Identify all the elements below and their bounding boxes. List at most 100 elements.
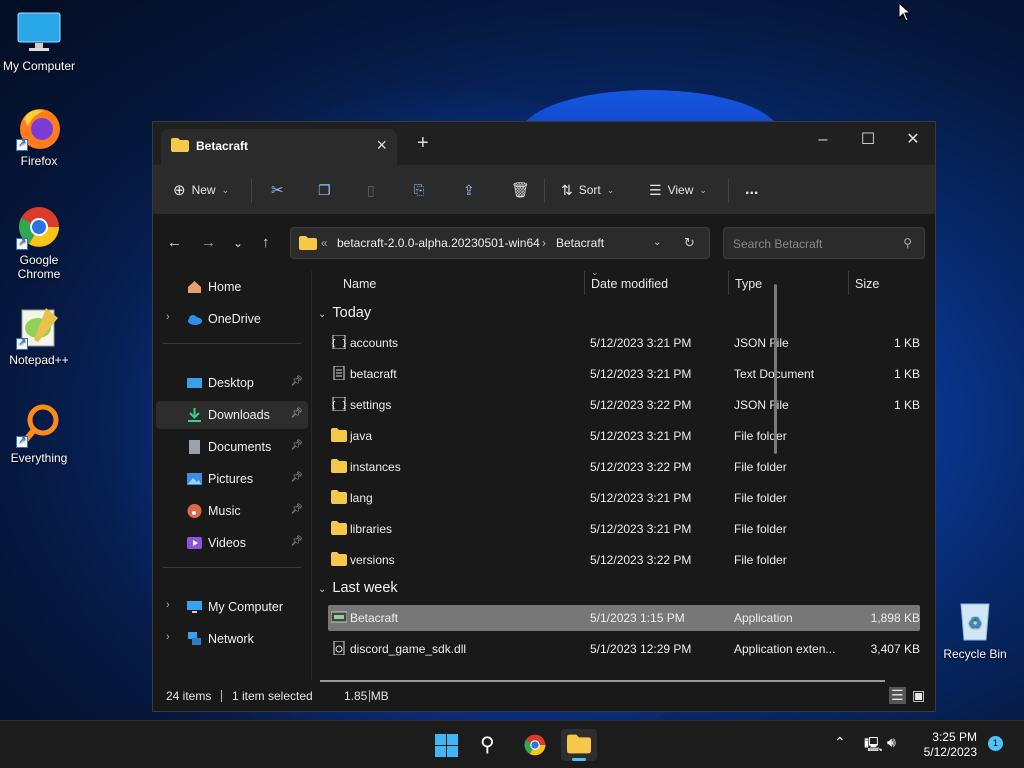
- group-header-last-week[interactable]: ⌄ Last week: [318, 580, 398, 596]
- search-box[interactable]: Search Betacraft ⚲: [723, 227, 925, 259]
- share-button[interactable]: ⇪: [463, 177, 475, 203]
- paste-button[interactable]: ▯: [367, 177, 375, 203]
- file-row[interactable]: instances 5/12/2023 3:22 PM File folder: [328, 454, 920, 480]
- expand-chevron-icon[interactable]: ›: [166, 311, 170, 323]
- search-taskbar-button[interactable]: ⚲: [472, 729, 508, 761]
- file-row[interactable]: libraries 5/12/2023 3:21 PM File folder: [328, 516, 920, 542]
- notification-badge[interactable]: 1: [988, 736, 1003, 751]
- copy-button[interactable]: ❐: [318, 177, 331, 203]
- new-label: New: [191, 183, 216, 197]
- title-bar: Betacraft × + – ☐ ✕: [153, 122, 935, 165]
- column-separator[interactable]: [848, 271, 849, 295]
- file-row[interactable]: { } accounts 5/12/2023 3:21 PM JSON File…: [328, 330, 920, 356]
- desktop-icon-my-computer[interactable]: My Computer: [1, 10, 77, 73]
- folder-icon: [299, 236, 317, 250]
- minimize-button[interactable]: –: [800, 126, 846, 154]
- new-button[interactable]: ⊕ New ⌄: [173, 177, 229, 203]
- desktop-icon-label: Recycle Bin: [943, 647, 1007, 661]
- delete-button[interactable]: 🗑︎: [511, 177, 530, 203]
- file-row[interactable]: discord_game_sdk.dll 5/1/2023 12:29 PM A…: [328, 636, 920, 662]
- cut-button[interactable]: ✂: [271, 177, 284, 203]
- desktop-icon-notepadpp[interactable]: Notepad++: [1, 304, 77, 367]
- desktop-icon-recycle-bin[interactable]: ♻ Recycle Bin: [937, 598, 1013, 661]
- sidebar-item-documents[interactable]: Documents 📌︎: [156, 433, 308, 461]
- sidebar-item-videos[interactable]: Videos 📌︎: [156, 529, 308, 557]
- start-button[interactable]: [428, 729, 464, 761]
- group-header-today[interactable]: ⌄ Today: [318, 305, 371, 321]
- column-header-date[interactable]: Date modified: [591, 277, 668, 291]
- rename-button[interactable]: ⎘: [414, 177, 424, 203]
- volume-icon[interactable]: 🔊︎: [887, 734, 896, 751]
- tab-betacraft[interactable]: Betacraft ×: [161, 129, 397, 165]
- sidebar-item-desktop[interactable]: Desktop 📌︎: [156, 369, 308, 397]
- close-tab-icon[interactable]: ×: [376, 135, 387, 156]
- desktop-icon-everything[interactable]: Everything: [1, 402, 77, 465]
- vertical-scrollbar[interactable]: [774, 284, 777, 454]
- folder-icon: [331, 459, 347, 473]
- view-button[interactable]: ☰ View ⌄: [649, 177, 707, 203]
- search-icon: ⚲: [480, 734, 495, 756]
- windows-logo-icon: [435, 734, 458, 757]
- desktop-icon-chrome[interactable]: Google Chrome: [1, 204, 77, 281]
- expand-chevron-icon[interactable]: ›: [166, 599, 170, 611]
- sidebar-item-my-computer[interactable]: › My Computer: [156, 593, 308, 621]
- sidebar-item-home[interactable]: Home: [156, 273, 308, 301]
- column-header-name[interactable]: Name: [343, 277, 376, 291]
- column-header-type[interactable]: Type: [735, 277, 762, 291]
- desktop-icon-firefox[interactable]: Firefox: [1, 105, 77, 168]
- rename-icon: ⎘: [414, 182, 425, 197]
- chrome-taskbar-button[interactable]: [517, 729, 553, 761]
- sidebar-item-onedrive[interactable]: › OneDrive: [156, 305, 308, 333]
- recent-locations-chevron-icon[interactable]: ⌄: [233, 236, 243, 250]
- file-date: 5/12/2023 3:21 PM: [590, 429, 692, 443]
- file-row[interactable]: lang 5/12/2023 3:21 PM File folder: [328, 485, 920, 511]
- computer-icon: [187, 601, 202, 613]
- file-row[interactable]: versions 5/12/2023 3:22 PM File folder: [328, 547, 920, 573]
- file-name: libraries: [350, 522, 393, 536]
- pin-icon[interactable]: 📌︎: [290, 376, 303, 387]
- sort-button[interactable]: ⇅ Sort ⌄: [561, 177, 614, 203]
- sidebar-item-pictures[interactable]: Pictures 📌︎: [156, 465, 308, 493]
- pin-icon[interactable]: 📌︎: [290, 504, 303, 515]
- column-header-size[interactable]: Size: [855, 277, 879, 291]
- sidebar-item-network[interactable]: › Network: [156, 625, 308, 653]
- network-status-icon[interactable]: 🖳︎: [864, 734, 883, 758]
- pin-icon[interactable]: 📌︎: [290, 472, 303, 483]
- column-separator[interactable]: [584, 271, 585, 295]
- file-explorer-taskbar-button[interactable]: [561, 729, 597, 761]
- pin-icon[interactable]: 📌︎: [290, 440, 303, 451]
- maximize-button[interactable]: ☐: [845, 126, 891, 154]
- clock-time: 3:25 PM: [932, 730, 977, 744]
- new-tab-button[interactable]: +: [417, 132, 429, 155]
- address-bar[interactable]: « betacraft-2.0.0-alpha.20230501-win64 ›…: [290, 227, 710, 259]
- sidebar-item-downloads[interactable]: Downloads 📌︎: [156, 401, 308, 429]
- breadcrumb-overflow[interactable]: «: [321, 236, 328, 250]
- chevron-up-icon[interactable]: ⌃: [834, 734, 846, 751]
- breadcrumb-segment[interactable]: Betacraft: [556, 236, 604, 250]
- column-separator[interactable]: [728, 271, 729, 295]
- up-arrow-icon[interactable]: ↑: [262, 234, 270, 251]
- horizontal-scrollbar[interactable]: [320, 680, 885, 682]
- pin-icon[interactable]: 📌︎: [290, 408, 303, 419]
- address-dropdown-chevron-icon[interactable]: ⌄: [653, 237, 661, 248]
- file-row[interactable]: { } settings 5/12/2023 3:22 PM JSON File…: [328, 392, 920, 418]
- breadcrumb-segment[interactable]: betacraft-2.0.0-alpha.20230501-win64: [337, 236, 540, 250]
- forward-arrow-icon[interactable]: →: [201, 234, 216, 251]
- desktop-icon: [187, 378, 202, 388]
- close-window-button[interactable]: ✕: [890, 126, 936, 154]
- file-row[interactable]: betacraft 5/12/2023 3:21 PM Text Documen…: [328, 361, 920, 387]
- system-clock[interactable]: 3:25 PM 5/12/2023: [924, 730, 977, 760]
- pin-icon[interactable]: 📌︎: [290, 536, 303, 547]
- details-view-icon[interactable]: ☰: [889, 687, 906, 704]
- file-row-selected[interactable]: Betacraft 5/1/2023 1:15 PM Application 1…: [328, 605, 920, 631]
- back-arrow-icon[interactable]: ←: [167, 234, 182, 251]
- more-options-button[interactable]: ...: [745, 177, 758, 203]
- expand-chevron-icon[interactable]: ›: [166, 631, 170, 643]
- sidebar-item-music[interactable]: Music 📌︎: [156, 497, 308, 525]
- chrome-icon: [524, 734, 546, 756]
- file-type: File folder: [734, 553, 787, 567]
- file-type: JSON File: [734, 398, 789, 412]
- refresh-icon[interactable]: ↻: [684, 235, 695, 251]
- large-icons-view-icon[interactable]: ▣: [912, 687, 925, 704]
- file-row[interactable]: java 5/12/2023 3:21 PM File folder: [328, 423, 920, 449]
